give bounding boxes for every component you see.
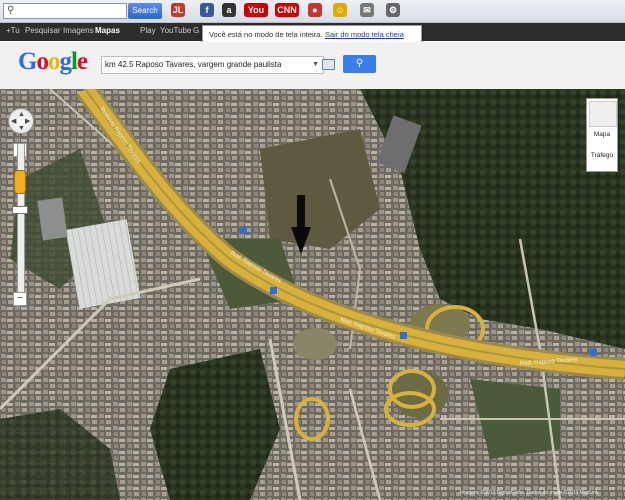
pan-left-icon[interactable]: ◀ — [11, 118, 16, 125]
zoom-slider-thumb[interactable] — [12, 206, 28, 214]
smiley-icon-glyph: ☺ — [333, 3, 347, 17]
pegman-icon[interactable] — [14, 170, 26, 194]
search-icon: ⚲ — [7, 5, 15, 16]
maps-search-input[interactable]: km 42.5 Raposo Tavares, vargem grande pa… — [101, 56, 324, 74]
gbar-item-images[interactable]: Imagens — [63, 26, 94, 35]
browser-search-input[interactable]: ⚲ — [3, 3, 127, 19]
pan-up-icon[interactable]: ▲ — [18, 111, 25, 118]
toolbar-badge-icon[interactable]: JL — [171, 3, 185, 18]
map-thumbnail[interactable] — [589, 101, 617, 127]
youtube-icon[interactable]: You — [244, 3, 268, 18]
gbar-item-maps[interactable]: Mapas — [95, 26, 120, 35]
map-type-button[interactable]: Mapa — [587, 131, 617, 138]
facebook-icon-glyph: f — [200, 3, 214, 17]
fullscreen-message: Você está no modo de tela inteira. — [209, 30, 323, 39]
zoom-out-button[interactable]: − — [13, 292, 27, 306]
cnn-icon-glyph: CNN — [275, 3, 299, 17]
gbar-item-youtube[interactable]: YouTube — [160, 26, 191, 35]
mail-icon-glyph: ✉ — [360, 3, 374, 17]
map-view[interactable]: Rodovia Raposo Tavares Rod. Raposo Tavar… — [0, 89, 625, 500]
browser-toolbar: ⚲ Search JL f a You CNN ● ☺ ✉ ⚙ — [0, 0, 625, 23]
amazon-icon[interactable]: a — [222, 3, 236, 18]
gbar-item-plus[interactable]: +Tu — [6, 26, 20, 35]
youtube-icon-glyph: You — [244, 3, 268, 17]
chevron-down-icon[interactable]: ▼ — [312, 57, 319, 73]
browser-search-button[interactable]: Search — [128, 3, 162, 19]
gbar-item-search[interactable]: Pesquisar — [25, 26, 61, 35]
tools-icon-glyph: ⚙ — [386, 3, 400, 17]
pan-control[interactable]: ▲ ◀ ▶ ▼ — [8, 108, 34, 134]
zoom-slider[interactable] — [17, 143, 25, 303]
facebook-icon[interactable]: f — [200, 3, 214, 18]
traffic-layer-button[interactable]: Tráfego — [587, 152, 617, 159]
gbar-item-g[interactable]: G — [193, 26, 199, 35]
map-type-control: Mapa Tráfego — [586, 98, 618, 172]
smiley-icon[interactable]: ☺ — [333, 3, 347, 18]
toolbar-badge-icon-glyph: JL — [171, 3, 185, 17]
tools-icon[interactable]: ⚙ — [386, 3, 400, 18]
sport-icon-glyph: ● — [308, 3, 322, 17]
gbar-item-play[interactable]: Play — [140, 26, 156, 35]
map-copyright: Imagens ©2013 DigitalGlobe, Dados do map… — [460, 490, 599, 496]
cnn-icon[interactable]: CNN — [275, 3, 299, 18]
maps-search-button[interactable]: ⚲ — [343, 55, 376, 73]
google-logo[interactable]: Google — [18, 48, 88, 76]
satellite-image: Rodovia Raposo Tavares Rod. Raposo Tavar… — [0, 89, 625, 500]
mail-icon[interactable]: ✉ — [360, 3, 374, 18]
amazon-icon-glyph: a — [222, 3, 236, 17]
search-icon: ⚲ — [355, 58, 364, 69]
keyboard-icon[interactable] — [322, 59, 335, 70]
maps-search-query: km 42.5 Raposo Tavares, vargem grande pa… — [105, 60, 282, 69]
pan-right-icon[interactable]: ▶ — [25, 118, 30, 125]
sport-icon[interactable]: ● — [308, 3, 322, 18]
pan-down-icon[interactable]: ▼ — [18, 125, 25, 132]
